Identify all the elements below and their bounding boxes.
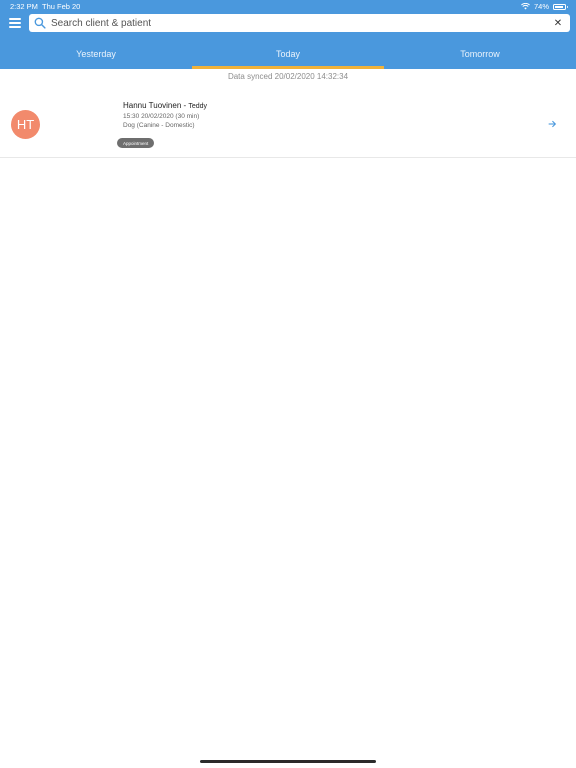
home-indicator: [200, 760, 376, 763]
status-date: Thu Feb 20: [42, 2, 81, 11]
hamburger-icon-bar: [9, 18, 21, 20]
appointment-badge: Appointment: [117, 138, 155, 148]
day-tabs: Yesterday Today Tomorrow: [0, 38, 576, 69]
battery-icon: [553, 3, 568, 10]
status-bar: 2:32 PM Thu Feb 20 74%: [0, 0, 576, 13]
close-icon[interactable]: ✕: [551, 16, 565, 30]
patient-name: Teddy: [188, 103, 208, 110]
status-time: 2:32 PM: [10, 2, 38, 11]
search-box: ✕: [29, 14, 570, 32]
avatar: HT: [11, 110, 40, 139]
appointment-time: 15:30 20/02/2020 (30 min): [123, 113, 200, 120]
tab-yesterday[interactable]: Yesterday: [0, 38, 192, 69]
menu-button[interactable]: [9, 16, 23, 30]
tab-tomorrow[interactable]: Tomorrow: [384, 38, 576, 69]
hamburger-icon-bar: [9, 22, 21, 24]
search-input[interactable]: [51, 15, 551, 31]
sync-status: Data synced 20/02/2020 14:32:34: [227, 72, 349, 81]
client-line: Hannu Tuovinen - Teddy: [123, 101, 207, 110]
hamburger-icon-bar: [9, 26, 21, 28]
appointment-row[interactable]: HT Hannu Tuovinen - Teddy 15:30 20/02/20…: [0, 90, 576, 158]
battery-percent: 74%: [533, 2, 549, 11]
status-right: 74%: [521, 2, 568, 11]
app: 2:32 PM Thu Feb 20 74% ✕: [0, 0, 576, 768]
wifi-icon: [521, 3, 530, 10]
arrow-right-icon[interactable]: [547, 119, 557, 129]
tab-today[interactable]: Today: [192, 38, 384, 69]
client-name: Hannu Tuovinen: [123, 101, 182, 110]
app-header: 2:32 PM Thu Feb 20 74% ✕: [0, 0, 576, 38]
patient-species: Dog (Canine - Domestic): [123, 122, 195, 129]
search-icon: [34, 17, 46, 29]
